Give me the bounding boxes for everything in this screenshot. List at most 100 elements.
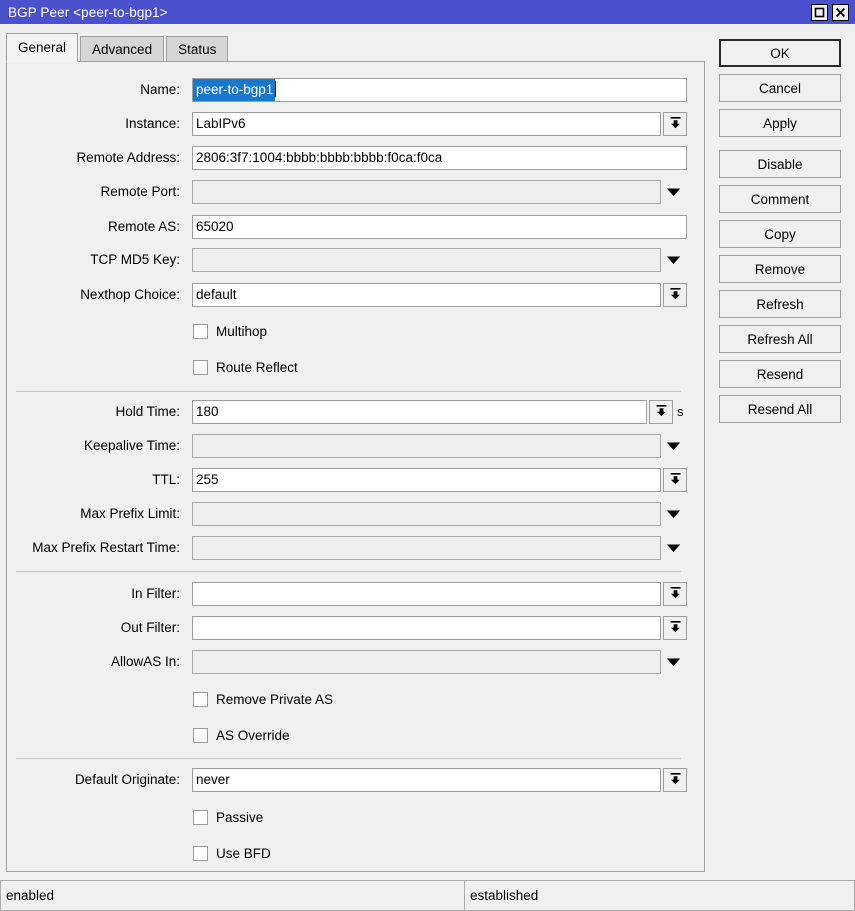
checkbox-use-bfd[interactable]: Use BFD [193, 843, 271, 863]
max-prefix-restart-time-input[interactable] [192, 536, 661, 560]
comment-button[interactable]: Comment [719, 185, 841, 213]
tab-general-label: General [18, 40, 66, 55]
checkbox-passive[interactable]: Passive [193, 807, 263, 827]
field-label-ttl: TTL: [0, 468, 186, 492]
tab-status[interactable]: Status [166, 36, 228, 62]
window-titlebar: BGP Peer <peer-to-bgp1> [0, 0, 855, 24]
allowas-in-input[interactable] [192, 650, 661, 674]
checkbox-as-override[interactable]: AS Override [193, 725, 290, 745]
checkbox-route-reflect[interactable]: Route Reflect [193, 357, 298, 377]
instance-input[interactable]: LabIPv6 [192, 112, 661, 136]
field-label-keepalive-time: Keepalive Time: [0, 434, 186, 458]
section-separator [16, 571, 681, 572]
checkbox-box [193, 846, 208, 861]
remote-port-input[interactable] [192, 180, 661, 204]
tab-status-label: Status [178, 42, 216, 57]
checkbox-label: Use BFD [216, 846, 271, 861]
dropdown-bar-arrow-icon [655, 404, 668, 421]
field-label-default-originate: Default Originate: [0, 768, 186, 792]
chevron-down-icon [666, 253, 681, 268]
field-label-out-filter: Out Filter: [0, 616, 186, 640]
field-label-instance: Instance: [0, 112, 186, 136]
statusbar: enabled established [0, 880, 855, 911]
field-label-hold-time: Hold Time: [0, 400, 186, 424]
dropdown-bar-arrow-icon [669, 116, 682, 133]
window-controls [811, 4, 855, 21]
field-label-remote-address: Remote Address: [0, 146, 186, 170]
tcp-md5-key-dropdown-arrow[interactable] [662, 248, 684, 272]
tabstrip: General Advanced Status [6, 33, 230, 62]
dropdown-bar-arrow-icon [669, 772, 682, 789]
text-caret [275, 81, 276, 97]
checkbox-box [193, 324, 208, 339]
field-label-allowas-in: AllowAS In: [0, 650, 186, 674]
hold-time-dropdown-button[interactable] [649, 400, 673, 424]
allowas-in-dropdown-arrow[interactable] [662, 650, 684, 674]
nexthop-choice-dropdown-button[interactable] [663, 283, 687, 307]
hold-time-input[interactable]: 180 [192, 400, 647, 424]
max-prefix-restart-time-dropdown-arrow[interactable] [662, 536, 684, 560]
resend-all-button[interactable]: Resend All [719, 395, 841, 423]
checkbox-label: Passive [216, 810, 263, 825]
keepalive-time-input[interactable] [192, 434, 661, 458]
ttl-input[interactable]: 255 [192, 468, 661, 492]
field-label-max-prefix-restart-time: Max Prefix Restart Time: [0, 536, 186, 560]
refresh-button[interactable]: Refresh [719, 290, 841, 318]
tab-general[interactable]: General [6, 33, 78, 62]
out-filter-dropdown-button[interactable] [663, 616, 687, 640]
close-button[interactable] [832, 4, 849, 21]
max-prefix-limit-input[interactable] [192, 502, 661, 526]
close-icon [835, 7, 846, 18]
field-label-remote-as: Remote AS: [0, 215, 186, 239]
remote-address-input[interactable]: 2806:3f7:1004:bbbb:bbbb:bbbb:f0ca:f0ca [192, 146, 687, 170]
cancel-button[interactable]: Cancel [719, 74, 841, 102]
nexthop-choice-input[interactable]: default [192, 283, 661, 307]
apply-button[interactable]: Apply [719, 109, 841, 137]
chevron-down-icon [666, 507, 681, 522]
status-enabled: enabled [0, 880, 465, 911]
tab-advanced[interactable]: Advanced [80, 36, 164, 62]
checkbox-box [193, 692, 208, 707]
name-input[interactable]: peer-to-bgp1 [192, 78, 687, 102]
chevron-down-icon [666, 655, 681, 670]
refresh-all-button[interactable]: Refresh All [719, 325, 841, 353]
keepalive-time-dropdown-arrow[interactable] [662, 434, 684, 458]
maximize-icon [814, 7, 825, 18]
max-prefix-limit-dropdown-arrow[interactable] [662, 502, 684, 526]
in-filter-dropdown-button[interactable] [663, 582, 687, 606]
remove-button[interactable]: Remove [719, 255, 841, 283]
in-filter-input[interactable] [192, 582, 661, 606]
checkbox-label: Remove Private AS [216, 692, 333, 707]
field-label-in-filter: In Filter: [0, 582, 186, 606]
status-established: established [465, 880, 855, 911]
copy-button[interactable]: Copy [719, 220, 841, 248]
default-originate-input[interactable]: never [192, 768, 661, 792]
disable-button[interactable]: Disable [719, 150, 841, 178]
ok-button[interactable]: OK [719, 39, 841, 67]
out-filter-input[interactable] [192, 616, 661, 640]
chevron-down-icon [666, 541, 681, 556]
maximize-button[interactable] [811, 4, 828, 21]
chevron-down-icon [666, 185, 681, 200]
checkbox-box [193, 728, 208, 743]
ttl-dropdown-button[interactable] [663, 468, 687, 492]
instance-dropdown-button[interactable] [663, 112, 687, 136]
checkbox-label: Multihop [216, 324, 267, 339]
chevron-down-icon [666, 439, 681, 454]
section-separator [16, 758, 681, 759]
dropdown-bar-arrow-icon [669, 620, 682, 637]
tcp-md5-key-input[interactable] [192, 248, 661, 272]
checkbox-multihop[interactable]: Multihop [193, 321, 267, 341]
field-label-tcp-md5-key: TCP MD5 Key: [0, 248, 186, 272]
default-originate-dropdown-button[interactable] [663, 768, 687, 792]
hold-time-unit: s [677, 400, 684, 424]
section-separator [16, 391, 681, 392]
name-input-value: peer-to-bgp1 [193, 79, 275, 101]
remote-as-input[interactable]: 65020 [192, 215, 687, 239]
field-label-remote-port: Remote Port: [0, 180, 186, 204]
remote-port-dropdown-arrow[interactable] [662, 180, 684, 204]
checkbox-box [193, 360, 208, 375]
field-label-max-prefix-limit: Max Prefix Limit: [0, 502, 186, 526]
resend-button[interactable]: Resend [719, 360, 841, 388]
checkbox-remove-private-as[interactable]: Remove Private AS [193, 689, 333, 709]
